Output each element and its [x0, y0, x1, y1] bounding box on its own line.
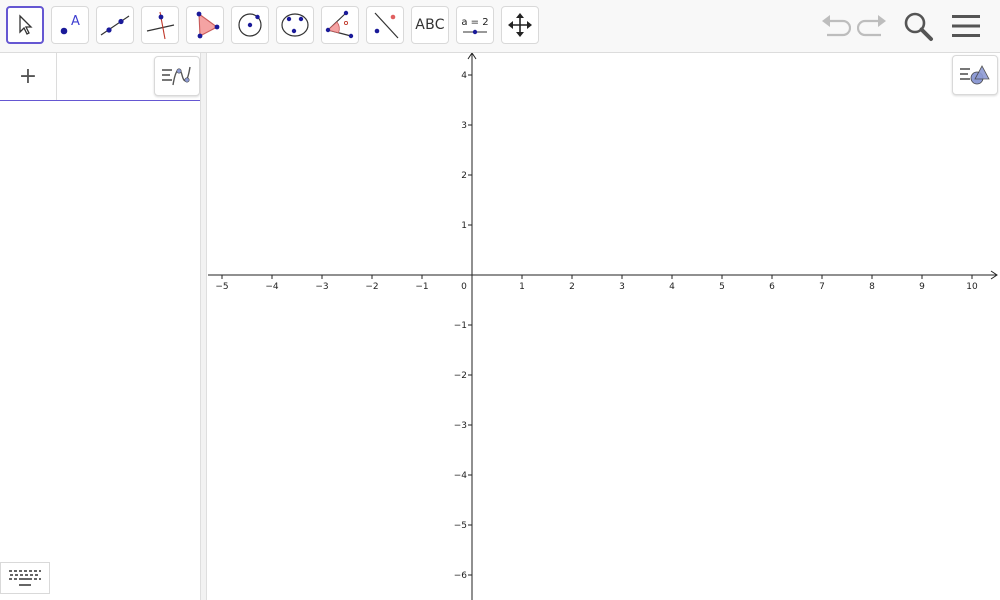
algebra-style-bar-button[interactable] — [154, 56, 200, 96]
move-graphics-view-tool-button[interactable] — [501, 6, 539, 44]
search-button[interactable] — [900, 8, 936, 44]
toolbar: A ABC a = 2 — [0, 0, 1000, 53]
line-through-points-icon — [100, 15, 130, 36]
coordinate-axes: −5 −4 −3 −2 −1 0 1 2 3 4 5 6 7 8 9 10 4 3 2 1 −1 −2 −3 −4 −5 −6 — [208, 53, 998, 600]
slider-tool-button[interactable]: a = 2 — [456, 6, 494, 44]
plus-icon: + — [18, 63, 38, 89]
point-tool-label: A — [71, 14, 80, 29]
undo-button[interactable] — [818, 8, 852, 44]
perpendicular-line-tool-button[interactable] — [141, 6, 179, 44]
x-tick-label: 4 — [669, 282, 675, 292]
hamburger-menu-icon — [952, 15, 980, 37]
x-tick-label: 6 — [769, 282, 775, 292]
y-tick-label: −3 — [454, 421, 467, 431]
point-tool-button[interactable]: A — [51, 6, 89, 44]
algebra-view: + — [0, 53, 200, 600]
x-tick-label: −4 — [265, 282, 279, 292]
y-tick-label: −6 — [454, 571, 468, 581]
text-icon: ABC — [415, 17, 445, 33]
x-tick-label: 1 — [519, 282, 525, 292]
y-tick-label: 1 — [461, 221, 467, 231]
slider-icon-label: a = 2 — [461, 16, 489, 28]
graphics-view[interactable]: −5 −4 −3 −2 −1 0 1 2 3 4 5 6 7 8 9 10 4 3 2 1 −1 −2 −3 −4 −5 −6 — [208, 53, 1000, 600]
x-tick-label: 8 — [869, 282, 875, 292]
x-tick-label: −5 — [215, 282, 228, 292]
x-tick-label: 0 — [461, 282, 467, 292]
circle-center-point-tool-button[interactable] — [231, 6, 269, 44]
y-tick-label: −4 — [454, 471, 468, 481]
undo-icon — [822, 15, 851, 37]
perpendicular-line-icon — [146, 11, 175, 40]
move-tool-button[interactable] — [6, 6, 44, 44]
x-tick-label: −2 — [365, 282, 378, 292]
x-tick-label: 3 — [619, 282, 625, 292]
angle-tool-button[interactable] — [321, 6, 359, 44]
add-item-button[interactable]: + — [0, 53, 57, 100]
move-cross-arrows-icon — [508, 13, 532, 37]
graphics-style-bar-icon — [960, 65, 990, 85]
text-tool-button[interactable]: ABC — [411, 6, 449, 44]
y-tick-label: 3 — [461, 121, 467, 131]
polygon-tool-button[interactable] — [186, 6, 224, 44]
x-tick-label: 2 — [569, 282, 575, 292]
x-tick-label: 9 — [919, 282, 925, 292]
circle-three-points-icon — [281, 13, 309, 37]
redo-button[interactable] — [856, 8, 890, 44]
circle-three-points-tool-button[interactable] — [276, 6, 314, 44]
x-tick-label: −3 — [315, 282, 328, 292]
pointer-arrow-icon — [19, 14, 33, 35]
x-tick-label: 10 — [966, 282, 978, 292]
reflect-tool-button[interactable] — [366, 6, 404, 44]
y-tick-label: −1 — [454, 321, 467, 331]
point-icon: A — [60, 14, 80, 35]
search-icon — [904, 12, 933, 41]
line-tool-button[interactable] — [96, 6, 134, 44]
slider-icon — [463, 29, 487, 34]
circle-center-icon — [238, 13, 262, 37]
x-tick-label: 5 — [719, 282, 725, 292]
keyboard-button[interactable] — [0, 562, 50, 594]
redo-icon — [857, 15, 886, 37]
angle-icon — [325, 10, 354, 39]
algebra-style-bar-icon — [162, 66, 191, 86]
reflect-about-line-icon — [374, 12, 399, 39]
view-splitter[interactable] — [200, 53, 207, 600]
y-tick-label: −5 — [454, 521, 467, 531]
polygon-icon — [196, 11, 220, 39]
x-tick-label: −1 — [415, 282, 428, 292]
x-tick-label: 7 — [819, 282, 825, 292]
y-tick-label: −2 — [454, 371, 467, 381]
y-tick-label: 2 — [461, 171, 467, 181]
graphics-style-bar-button[interactable] — [952, 55, 998, 95]
main-menu-button[interactable] — [948, 8, 984, 44]
y-tick-label: 4 — [461, 71, 467, 81]
keyboard-icon — [9, 570, 41, 586]
